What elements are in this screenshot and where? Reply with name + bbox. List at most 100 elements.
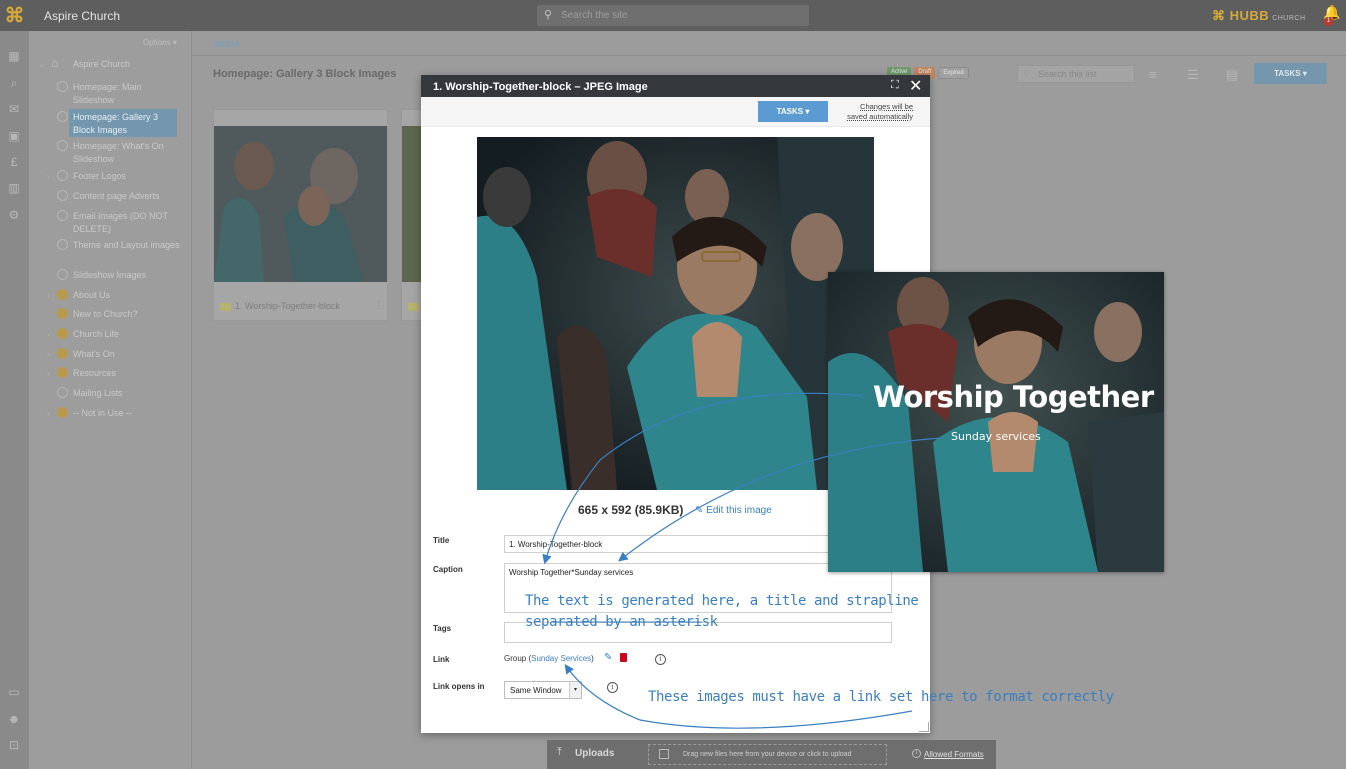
result-title: Worship Together — [873, 380, 1154, 414]
folder-icon — [57, 289, 68, 300]
link-opens-select[interactable]: Same Window ▾ — [504, 681, 582, 699]
link-info-icon[interactable]: i — [655, 654, 666, 665]
monitor-icon[interactable]: ▭ — [6, 685, 22, 699]
image-dimensions: 665 x 592 (85.9KB) — [578, 503, 684, 517]
brand-name: HUBB — [1229, 8, 1270, 23]
folder-tree: Options ▾ ⌄ ⌂ Aspire Church Homepage: Ma… — [29, 31, 192, 769]
tree-item-label: Homepage: What's On Slideshow — [73, 141, 164, 164]
caption-annotation-line-1: The text is generated here, a title and … — [525, 593, 919, 609]
user-icon[interactable]: ☻ — [6, 712, 22, 726]
tree-item-label: New to Church? — [73, 309, 138, 319]
select-caret-icon: ▾ — [569, 682, 581, 698]
preview-photo — [477, 137, 874, 490]
link-suffix: ) — [591, 654, 594, 663]
page-title: Homepage: Gallery 3 Block Images — [213, 68, 397, 80]
site-name[interactable]: Aspire Church — [44, 9, 120, 23]
tab-media[interactable]: MEDIA — [214, 40, 240, 49]
autosave-line-1: Changes will be — [860, 102, 913, 111]
close-icon[interactable]: ✕ — [909, 76, 922, 96]
thumbnail-photo — [214, 126, 387, 282]
tree-item-label: Mailing Lists — [73, 388, 123, 398]
edit-link-pencil-icon[interactable]: ✎ — [604, 652, 612, 663]
mail-icon[interactable]: ✉ — [6, 102, 22, 116]
app-logo-icon[interactable]: ⌘ — [0, 0, 29, 31]
tree-root-label: Aspire Church — [73, 59, 131, 69]
folder-icon — [57, 407, 68, 418]
tree-options-button[interactable]: Options ▾ — [143, 38, 177, 47]
play-circle-icon — [57, 210, 68, 221]
delete-link-trash-icon[interactable] — [620, 653, 627, 662]
play-circle-icon — [57, 239, 68, 250]
tags-label: Tags — [433, 624, 452, 633]
expand-icon[interactable]: › — [47, 289, 50, 302]
link-label: Link — [433, 655, 450, 664]
reports-icon[interactable]: ▥ — [6, 181, 22, 195]
link-opens-info-icon[interactable]: i — [607, 682, 618, 693]
tree-item-label: Homepage: Gallery 3 Block Images — [73, 112, 159, 135]
play-circle-icon — [57, 190, 68, 201]
tab-divider — [192, 55, 1346, 56]
site-search-input[interactable]: ⚲ Search the site — [537, 5, 809, 26]
tree-item-label: About Us — [73, 290, 111, 300]
settings-gear-icon[interactable]: ⚙ — [6, 208, 22, 222]
autosave-line-2: saved automatically — [847, 112, 913, 121]
allowed-formats-link[interactable]: Allowed Formats — [924, 750, 984, 759]
upload-dropzone[interactable]: Drag new files here from your device or … — [648, 744, 887, 765]
edit-image-link[interactable]: ✎ Edit this image — [695, 505, 772, 516]
autosave-notice[interactable]: Changes will be saved automatically — [833, 102, 913, 122]
collapse-icon[interactable]: ⌄ — [38, 58, 45, 71]
rendered-result-preview: Worship Together Sunday services — [828, 272, 1164, 572]
tree-item-label: Content page Adverts — [73, 191, 160, 201]
play-circle-icon — [57, 81, 68, 92]
image-preview — [477, 137, 874, 490]
card-menu-icon[interactable]: ⋮ — [374, 300, 383, 311]
tree-item-label: Resources — [73, 368, 117, 378]
list-search-input[interactable]: ⚲ Search this list — [1017, 65, 1135, 83]
modal-tasks-label: TASKS — [776, 107, 804, 116]
result-photo — [828, 272, 1164, 572]
tree-item-label: Homepage: Main Slideshow — [73, 82, 142, 105]
top-bar: ⌘ Aspire Church ⚲ Search the site ⌘ HUBB… — [0, 0, 1346, 31]
list-search-placeholder: Search this list — [1038, 69, 1097, 79]
tree-item-label: What's On — [73, 349, 115, 359]
expand-icon[interactable]: › — [47, 407, 50, 420]
expand-icon[interactable]: › — [47, 348, 50, 361]
filter-icon[interactable]: ≡ — [1149, 67, 1157, 82]
modal-toolbar: TASKS ▾ Changes will be saved automatica… — [421, 97, 930, 127]
uploads-label[interactable]: Uploads — [575, 748, 614, 759]
expand-icon[interactable]: › — [47, 328, 50, 341]
caption-annotation: The text is generated here, a title and … — [525, 591, 919, 633]
calendar-icon[interactable]: ▣ — [6, 129, 22, 143]
media-card-title: 1. Worship-Together-block — [235, 301, 340, 311]
folder-icon — [57, 367, 68, 378]
media-card-caption: 1. Worship-Together-block — [220, 301, 340, 311]
expand-icon[interactable]: ⛶ — [891, 79, 899, 92]
dashboard-icon[interactable]: ▦ — [6, 49, 22, 63]
link-annotation: These images must have a link set here t… — [648, 689, 1114, 705]
dropzone-text: Drag new files here from your device or … — [683, 751, 852, 758]
lock-icon[interactable]: ⊡ — [6, 738, 22, 752]
modal-header: 1. Worship-Together-block – JPEG Image ⛶… — [421, 75, 930, 97]
expand-icon[interactable]: › — [47, 170, 50, 183]
sort-icon[interactable]: ☰ — [1187, 67, 1199, 83]
notifications-bell-icon[interactable]: 🔔 1 — [1323, 4, 1343, 26]
modal-resize-handle[interactable] — [919, 722, 929, 732]
tasks-button[interactable]: TASKS ▾ — [1254, 63, 1327, 84]
search-icon: ⚲ — [544, 9, 553, 21]
search-pages-icon[interactable]: ⌕ — [6, 76, 22, 90]
expand-icon[interactable]: › — [47, 367, 50, 380]
folder-icon — [57, 328, 68, 339]
tree-item-label: Email Images (DO NOT DELETE) — [73, 211, 168, 234]
play-circle-icon — [57, 269, 68, 280]
media-thumbnail[interactable] — [214, 126, 387, 282]
tree-item-label: Slideshow Images — [73, 270, 147, 280]
modal-tasks-button[interactable]: TASKS ▾ — [758, 101, 828, 122]
finance-icon[interactable]: £ — [6, 155, 22, 169]
result-subtitle: Sunday services — [951, 430, 1041, 443]
chip-expired[interactable]: Expired — [938, 67, 969, 79]
play-circle-icon — [57, 170, 68, 181]
brand-suffix: CHURCH — [1272, 15, 1306, 22]
list-view-icon[interactable]: ▤ — [1226, 67, 1238, 83]
media-card[interactable]: 1. Worship-Together-block ⋮ — [213, 109, 388, 321]
link-target[interactable]: Sunday Services — [531, 654, 591, 663]
